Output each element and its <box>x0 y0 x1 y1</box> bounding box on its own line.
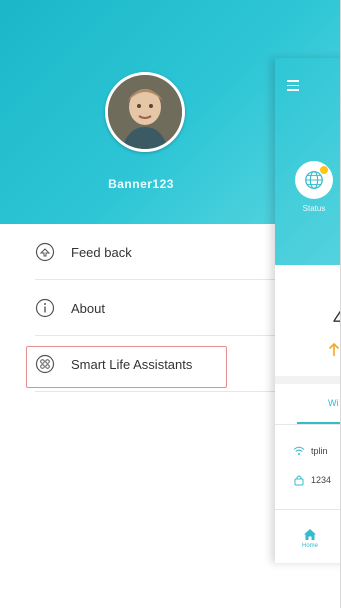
info-icon <box>35 298 55 318</box>
divider <box>275 424 341 425</box>
feedback-icon <box>35 242 55 262</box>
divider <box>275 509 341 510</box>
status-button[interactable] <box>295 161 333 199</box>
network-row-password[interactable]: 1234 <box>293 474 331 486</box>
tab-home[interactable]: Home <box>295 528 325 549</box>
drawer-menu: Feed back About Smart Life Assistants <box>0 224 282 392</box>
wifi-icon <box>293 446 305 455</box>
status-label: Status <box>302 204 326 213</box>
lock-icon <box>294 475 304 486</box>
menu-item-about[interactable]: About <box>0 280 282 336</box>
username: Banner123 <box>108 177 174 191</box>
arrow-up-icon <box>328 343 340 356</box>
tab-wireless[interactable]: Wi <box>328 398 339 408</box>
home-tab-label: Home <box>301 543 318 549</box>
network-ssid-text: tplin <box>311 446 328 456</box>
menu-item-label: Feed back <box>71 244 132 260</box>
menu-item-label: About <box>71 300 105 316</box>
avatar[interactable] <box>105 72 185 152</box>
menu-item-feedback[interactable]: Feed back <box>0 224 282 280</box>
section-separator <box>275 376 341 384</box>
main-screen-header: Status <box>275 58 341 265</box>
home-icon <box>304 529 316 540</box>
network-password-text: 1234 <box>311 475 332 485</box>
status-indicator-dot <box>320 166 328 174</box>
main-screen-preview[interactable]: Status 4 Wi tplin 1234 Home <box>275 58 341 563</box>
hamburger-menu-icon[interactable] <box>287 80 299 91</box>
avatar-image-icon <box>108 75 182 149</box>
highlight-outline <box>26 346 227 388</box>
menu-item-smart-life-assistants[interactable]: Smart Life Assistants <box>0 336 282 392</box>
network-row-ssid[interactable]: tplin <box>293 445 328 457</box>
menu-divider <box>35 391 282 392</box>
app-screen: Banner123 Feed back About Smart Life Ass… <box>0 0 341 608</box>
